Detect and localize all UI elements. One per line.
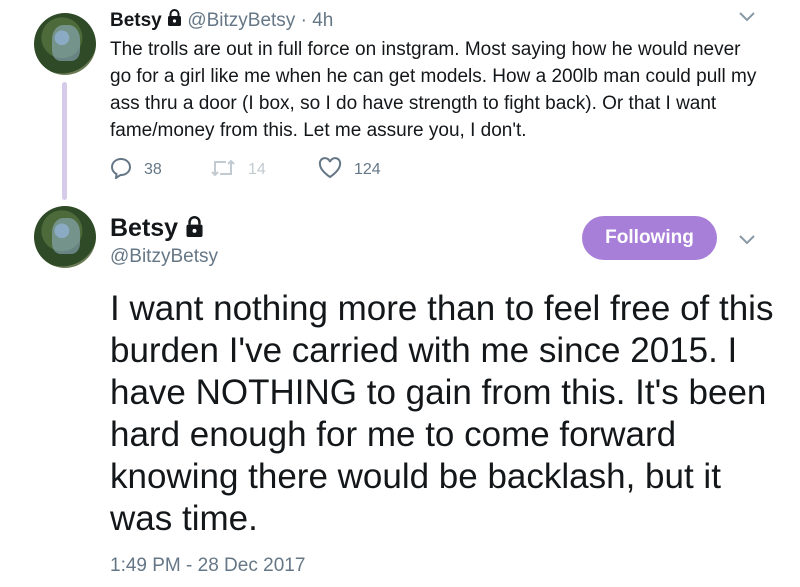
lock-icon (185, 214, 204, 244)
tweet-text: The trolls are out in full force on inst… (110, 39, 757, 141)
retweet-count: 14 (248, 161, 266, 178)
tweet-age[interactable]: 4h (312, 10, 333, 31)
avatar[interactable] (34, 206, 96, 268)
display-name[interactable]: Betsy (110, 214, 178, 242)
user-handle[interactable]: @BitzyBetsy (110, 245, 218, 269)
lock-icon (167, 9, 182, 33)
tweet-text: I want nothing more than to feel free of… (110, 289, 774, 538)
tweet-timestamp[interactable]: 1:49 PM - 28 Dec 2017 (110, 554, 305, 578)
thread-connector-line (62, 82, 67, 200)
following-button[interactable]: Following (582, 216, 717, 260)
tweet-header: Betsy @BitzyBetsy · 4h (110, 9, 333, 33)
tweet-author: Betsy (110, 213, 204, 244)
reply-icon (110, 157, 144, 184)
user-handle[interactable]: @BitzyBetsy (187, 10, 295, 31)
retweet-icon (210, 158, 248, 183)
separator-dot: · (300, 10, 307, 32)
avatar[interactable] (34, 13, 96, 75)
reply-count: 38 (144, 161, 162, 178)
tweet-actions: 38 14 124 (110, 156, 381, 184)
retweet-button[interactable]: 14 (210, 158, 318, 183)
like-count: 124 (354, 161, 381, 178)
chevron-down-icon[interactable] (738, 10, 756, 28)
like-icon (318, 156, 354, 184)
reply-button[interactable]: 38 (110, 157, 210, 184)
display-name[interactable]: Betsy (110, 10, 162, 31)
like-button[interactable]: 124 (318, 156, 381, 184)
chevron-down-icon[interactable] (738, 233, 756, 251)
